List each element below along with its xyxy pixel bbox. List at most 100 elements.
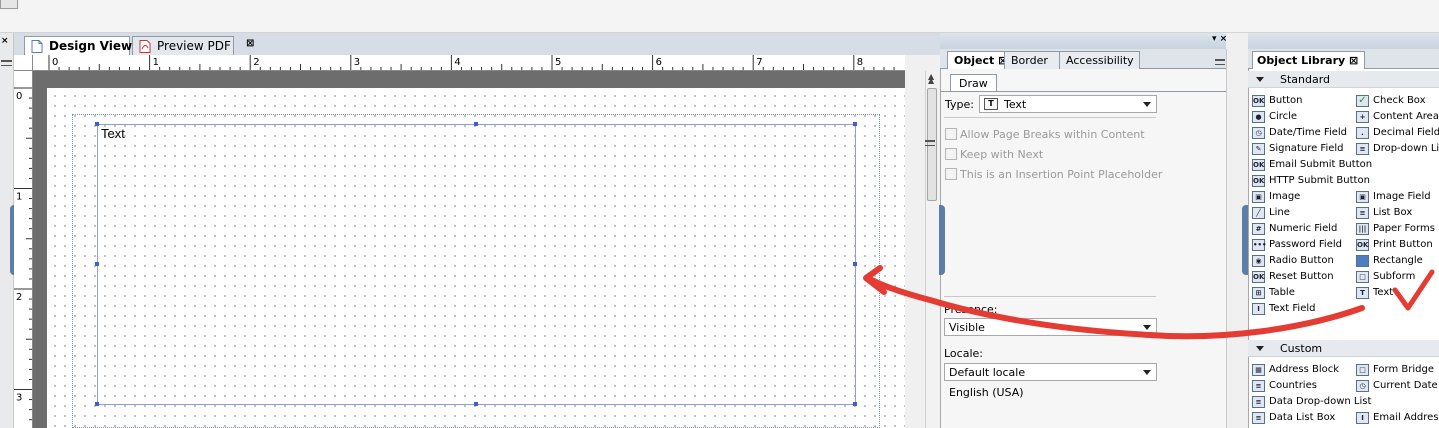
library-item-label: Text Field <box>1269 303 1316 314</box>
vertical-ruler: 0 1 2 3 <box>14 71 33 428</box>
scroll-up-icon[interactable]: ▲ <box>928 72 934 81</box>
library-item-signature-field[interactable]: ✎ Signature Field <box>1252 142 1344 157</box>
tab-draw[interactable]: Draw <box>950 74 997 92</box>
library-item-button[interactable]: OK Button <box>1252 94 1303 109</box>
library-item-paper-forms-barcode[interactable]: ||| Paper Forms Barcode <box>1356 222 1439 237</box>
library-item-label: Button <box>1269 95 1303 106</box>
ruler-label: 1 <box>16 192 22 203</box>
library-item-http-submit-button[interactable]: OK HTTP Submit Button <box>1252 174 1370 189</box>
library-item-label: Text <box>1373 287 1394 298</box>
library-item-image-field[interactable]: ▣ Image Field <box>1356 190 1431 205</box>
text-field-icon: I <box>1252 303 1265 315</box>
library-item-label: Image <box>1269 191 1301 202</box>
tab-preview-pdf[interactable]: Preview PDF <box>132 36 234 55</box>
library-item-radio-button[interactable]: ◉ Radio Button <box>1252 254 1334 269</box>
resize-handle[interactable] <box>474 122 478 126</box>
resize-handle[interactable] <box>853 402 857 406</box>
paper-forms-barcode-icon: ||| <box>1356 223 1369 235</box>
library-item-text[interactable]: T Text <box>1356 286 1393 301</box>
resize-handle[interactable] <box>474 402 478 406</box>
library-item-label: List Box <box>1373 207 1413 218</box>
library-item-password-field[interactable]: ••• Password Field <box>1252 238 1342 253</box>
tab-object-library[interactable]: Object Library ⊠ <box>1252 51 1366 69</box>
table-icon: ⊞ <box>1252 287 1265 299</box>
library-item-decimal-field[interactable]: . Decimal Field <box>1356 126 1439 141</box>
library-item-label: Countries <box>1269 380 1317 391</box>
tab-object[interactable]: Object ⊠ <box>947 51 1007 69</box>
form-bridge-icon: □ <box>1356 364 1369 376</box>
ruler-label: 6 <box>656 57 662 68</box>
palette-menu-icon[interactable] <box>1215 59 1225 65</box>
ruler-label: 7 <box>756 57 762 68</box>
category-standard[interactable]: Standard <box>1248 71 1439 88</box>
library-item-image[interactable]: ▣ Image <box>1252 190 1300 205</box>
library-item-label: Subform <box>1373 271 1416 282</box>
library-item-reset-button[interactable]: OK Reset Button <box>1252 270 1334 285</box>
library-item-numeric-field[interactable]: # Numeric Field <box>1252 222 1337 237</box>
ruler-label: 1 <box>153 57 159 68</box>
resize-handle[interactable] <box>853 122 857 126</box>
library-item-label: Signature Field <box>1269 143 1344 154</box>
library-item-address-block[interactable]: ▦ Address Block <box>1252 363 1339 378</box>
library-item-data-drop-down-list[interactable]: ≡ Data Drop-down List <box>1252 395 1371 410</box>
resize-handle[interactable] <box>853 262 857 266</box>
library-item-label: Paper Forms Barcode <box>1373 223 1439 234</box>
close-icon[interactable]: ⊠ <box>1349 54 1358 67</box>
library-item-content-area[interactable]: + Content Area <box>1356 110 1439 125</box>
close-icon[interactable]: × <box>1 36 9 46</box>
type-label: Type: <box>945 98 974 111</box>
library-item-date-time-field[interactable]: ◷ Date/Time Field <box>1252 126 1347 141</box>
collapse-triangle-icon <box>1256 77 1264 82</box>
resize-handle[interactable] <box>95 402 99 406</box>
checkbox-insertion-point[interactable] <box>945 168 957 180</box>
rectangle-icon <box>1356 255 1369 267</box>
library-item-list-box[interactable]: ≡ List Box <box>1356 206 1412 221</box>
top-toolbar <box>0 0 1439 33</box>
library-item-check-box[interactable]: ✓ Check Box <box>1356 94 1426 109</box>
library-item-email-address[interactable]: I Email Address <box>1356 411 1439 426</box>
tab-accessibility[interactable]: Accessibility <box>1059 51 1140 69</box>
library-item-rectangle[interactable]: Rectangle <box>1356 254 1423 269</box>
library-item-subform[interactable]: □ Subform <box>1356 270 1415 285</box>
type-dropdown[interactable]: T Text <box>979 95 1157 113</box>
numeric-field-icon: # <box>1252 223 1265 235</box>
presence-dropdown[interactable]: Visible <box>944 318 1157 336</box>
checkbox-allow-page-breaks[interactable] <box>945 128 957 140</box>
library-item-label: Decimal Field <box>1373 127 1439 138</box>
library-item-email-submit-button[interactable]: OK Email Submit Button <box>1252 158 1372 173</box>
library-item-circle[interactable]: ● Circle <box>1252 110 1297 125</box>
library-item-label: Check Box <box>1373 95 1426 106</box>
locale-dropdown[interactable]: Default locale <box>944 363 1157 381</box>
horizontal-ruler: 0 1 2 3 4 5 6 7 8 <box>33 55 905 71</box>
library-item-print-button[interactable]: OK Print Button <box>1356 238 1433 253</box>
library-item-line[interactable]: ╱ Line <box>1252 206 1290 221</box>
library-item-current-date[interactable]: ◷ Current Date <box>1356 379 1438 394</box>
resize-handle[interactable] <box>95 262 99 266</box>
library-item-label: Circle <box>1269 111 1298 122</box>
ruler-label: 5 <box>555 57 561 68</box>
menu-icon[interactable] <box>925 140 935 146</box>
library-item-data-list-box[interactable]: ≡ Data List Box <box>1252 411 1335 426</box>
library-item-label: HTTP Submit Button <box>1269 175 1370 186</box>
library-item-table[interactable]: ⊞ Table <box>1252 286 1295 301</box>
tab-border[interactable]: Border <box>1004 51 1060 69</box>
text-object[interactable] <box>95 122 857 406</box>
menu-icon[interactable] <box>1 60 12 66</box>
toolbar-icon[interactable] <box>0 0 18 9</box>
reset-button-icon: OK <box>1252 271 1265 283</box>
close-icon[interactable]: ▾ × <box>1212 34 1227 44</box>
category-custom[interactable]: Custom <box>1248 340 1439 357</box>
tab-design-view[interactable]: Design View <box>24 36 132 56</box>
resize-handle[interactable] <box>95 122 99 126</box>
library-item-form-bridge[interactable]: □ Form Bridge <box>1356 363 1434 378</box>
checkbox-keep-with-next[interactable] <box>945 148 957 160</box>
library-item-drop-down-list[interactable]: ≡ Drop-down List <box>1356 142 1439 157</box>
palette-collapse-handle[interactable] <box>939 205 945 275</box>
library-item-countries[interactable]: ≡ Countries <box>1252 379 1317 394</box>
close-tab-icon[interactable]: ⊠ <box>246 38 254 49</box>
library-item-label: Rectangle <box>1373 255 1423 266</box>
image-field-icon: ▣ <box>1356 191 1369 203</box>
ruler-label: 3 <box>16 393 22 404</box>
library-item-text-field[interactable]: I Text Field <box>1252 302 1315 317</box>
chevron-down-icon <box>1143 102 1151 107</box>
